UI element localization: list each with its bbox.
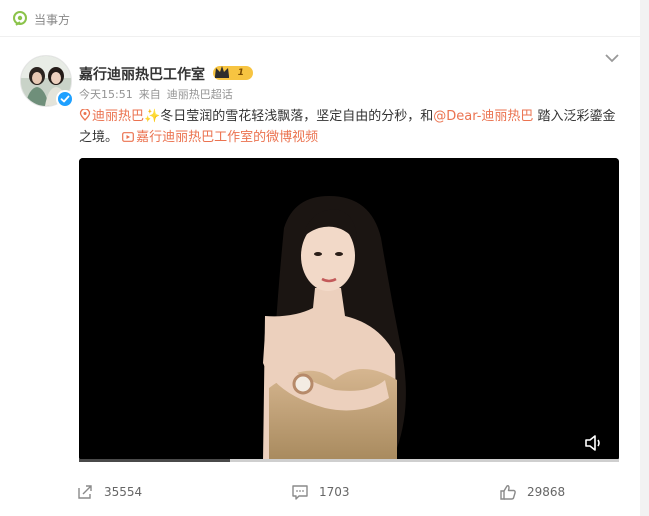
volume-icon[interactable] bbox=[583, 434, 603, 452]
weibo-post-card: 当事方 嘉行迪丽热巴工作室 1 今天15:51 来自 迪丽热巴超话 迪丽热巴✨冬… bbox=[0, 0, 640, 516]
post-source[interactable]: 迪丽热巴超话 bbox=[167, 88, 233, 101]
member-level: 1 bbox=[237, 68, 244, 78]
source-label-text: 当事方 bbox=[34, 12, 71, 27]
topic-link[interactable]: 迪丽热巴 bbox=[79, 109, 144, 124]
topic-pin-icon bbox=[79, 109, 91, 121]
action-bar: 35554 1703 29868 bbox=[0, 470, 640, 516]
verified-icon bbox=[56, 90, 74, 108]
comment-count: 1703 bbox=[319, 485, 350, 499]
video-link-text: 嘉行迪丽热巴工作室的微博视频 bbox=[136, 130, 319, 145]
like-count: 29868 bbox=[527, 485, 566, 499]
page-background bbox=[640, 0, 649, 516]
source-prefix: 来自 bbox=[138, 88, 161, 101]
content-text-1: 冬日莹润的雪花轻浅飘落，坚定自由的分秒，和 bbox=[160, 109, 434, 124]
post-content: 迪丽热巴✨冬日莹润的雪花轻浅飘落，坚定自由的分秒，和@Dear-迪丽热巴 踏入泛… bbox=[79, 106, 619, 148]
crown-icon bbox=[215, 66, 229, 78]
video-player[interactable] bbox=[79, 158, 619, 461]
sparkle-emoji: ✨ bbox=[144, 109, 161, 124]
like-button[interactable]: 29868 bbox=[499, 484, 565, 500]
comment-button[interactable]: 1703 bbox=[291, 484, 350, 500]
comment-icon bbox=[292, 485, 308, 500]
source-label: 当事方 bbox=[12, 8, 70, 30]
post-meta: 今天15:51 来自 迪丽热巴超话 bbox=[79, 86, 239, 102]
author-name[interactable]: 嘉行迪丽热巴工作室 bbox=[79, 64, 205, 84]
mention-link[interactable]: @Dear-迪丽热巴 bbox=[433, 109, 533, 124]
video-icon bbox=[122, 132, 135, 142]
topic-text: 迪丽热巴 bbox=[92, 109, 145, 124]
video-progress-fill bbox=[79, 459, 231, 462]
chevron-down-icon[interactable] bbox=[604, 52, 620, 64]
location-pin-icon bbox=[13, 11, 27, 26]
thumbs-up-icon bbox=[500, 485, 516, 500]
share-button[interactable]: 35554 bbox=[76, 484, 142, 500]
share-count: 35554 bbox=[104, 485, 143, 499]
divider bbox=[0, 36, 640, 37]
share-icon bbox=[78, 485, 92, 499]
post-time[interactable]: 今天15:51 bbox=[79, 88, 133, 101]
video-frame bbox=[79, 158, 619, 461]
video-link[interactable]: 嘉行迪丽热巴工作室的微博视频 bbox=[122, 130, 318, 145]
